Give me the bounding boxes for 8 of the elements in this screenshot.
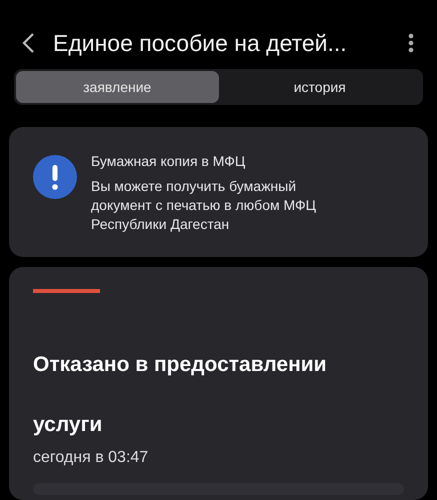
status-title: услуги	[33, 412, 104, 438]
notice-title: Бумажная копия в МФЦ	[91, 152, 246, 169]
screen-title: Единое пособие на детей...	[53, 30, 348, 56]
notice-text: Вы можете получить бумажный документ с печатью в любом МФЦ Республики Дагестан	[91, 177, 318, 234]
tab[interactable]: заявление	[16, 71, 218, 103]
status-time: сегодня в 03:47	[33, 449, 150, 467]
tab[interactable]: история	[218, 71, 421, 103]
status-title: Отказано в предоставлении	[33, 352, 328, 378]
